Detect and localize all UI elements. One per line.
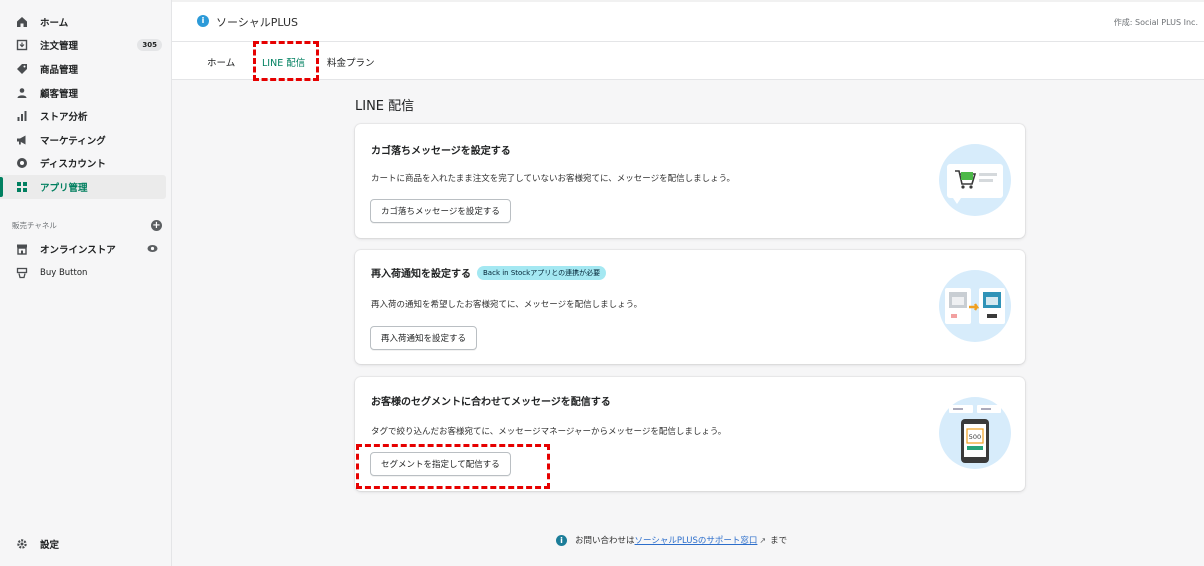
support-link[interactable]: ソーシャルPLUSのサポート窓口 [635, 534, 758, 546]
sidebar-item-label: 設定 [40, 540, 60, 552]
cart-abandonment-card: カゴ落ちメッセージを設定する カートに商品を入れたまま注文を完了していないお客様… [355, 124, 1025, 238]
sidebar-item-products[interactable]: 商品管理 [0, 57, 172, 81]
sidebar-item-label: ホーム [40, 17, 69, 29]
sidebar-item-home[interactable]: ホーム [0, 10, 172, 34]
home-icon [14, 14, 30, 30]
info-icon: i [556, 534, 567, 546]
segment-delivery-button[interactable]: セグメントを指定して配信する [370, 452, 511, 476]
app-title: ソーシャルPLUS [216, 16, 299, 29]
restock-illustration [939, 270, 1011, 342]
sidebar-item-analytics[interactable]: ストア分析 [0, 104, 172, 128]
sidebar-item-buy-button[interactable]: Buy Button [0, 261, 172, 285]
sidebar-item-orders[interactable]: 注文管理 305 [0, 34, 172, 58]
shopping-cart-illustration [939, 144, 1011, 216]
card-title-text: カゴ落ちメッセージを設定する [371, 146, 511, 157]
sidebar-item-label: ストア分析 [40, 112, 88, 124]
tab-bar: ホーム LINE 配信 料金プラン [172, 42, 1204, 80]
gear-icon [14, 536, 30, 552]
eye-icon[interactable] [147, 244, 158, 256]
add-channel-plus-icon[interactable]: + [151, 219, 162, 231]
sidebar-item-settings[interactable]: 設定 [0, 532, 172, 556]
set-restock-notice-button[interactable]: 再入荷通知を設定する [370, 326, 478, 350]
footer-prefix: お問い合わせは [575, 536, 635, 546]
card-description: 再入荷の通知を希望したお客様宛てに、メッセージを配信しましょう。 [371, 300, 643, 310]
sales-channels-list: オンラインストア Buy Button [0, 237, 172, 285]
integration-required-badge: Back in Stockアプリとの連携が必要 [477, 265, 607, 280]
smartphone-message-illustration: 500 [939, 397, 1011, 469]
tab-line-delivery[interactable]: LINE 配信 [262, 55, 305, 69]
app-creator: 作成: Social PLUS Inc. [1113, 18, 1198, 27]
sidebar-item-label: マーケティング [40, 135, 106, 147]
card-title: 再入荷通知を設定する Back in Stockアプリとの連携が必要 [371, 265, 607, 280]
megaphone-icon [14, 132, 30, 148]
card-title: お客様のセグメントに合わせてメッセージを配信する [371, 393, 611, 408]
card-title-text: お客様のセグメントに合わせてメッセージを配信する [371, 397, 611, 408]
page-title: LINE 配信 [355, 99, 415, 114]
discount-icon [14, 155, 30, 171]
sidebar: ホーム 注文管理 305 商品管理 顧客管理 ストア分析 マーケティング ディス… [0, 0, 172, 566]
orders-icon [14, 37, 30, 53]
tab-home[interactable]: ホーム [207, 55, 235, 69]
sidebar-item-discounts[interactable]: ディスカウント [0, 152, 172, 176]
card-title: カゴ落ちメッセージを設定する [371, 142, 511, 157]
app-logo-icon: i [197, 15, 209, 27]
sidebar-item-label: オンラインストア [40, 245, 116, 256]
footer-suffix: まで [770, 536, 788, 546]
sidebar-item-customers[interactable]: 顧客管理 [0, 81, 172, 105]
sidebar-item-marketing[interactable]: マーケティング [0, 128, 172, 152]
support-footer: i お問い合わせは ソーシャルPLUSのサポート窓口 ↗ まで [556, 534, 787, 546]
store-icon [14, 241, 30, 257]
sidebar-item-label: 顧客管理 [40, 88, 79, 100]
sidebar-item-apps[interactable]: アプリ管理 [0, 175, 166, 199]
sidebar-nav: ホーム 注文管理 305 商品管理 顧客管理 ストア分析 マーケティング ディス… [0, 10, 172, 199]
buy-button-icon [14, 265, 30, 281]
sales-channels-label: 販売チャネル [12, 220, 57, 230]
card-description: カートに商品を入れたまま注文を完了していないお客様宛てに、メッセージを配信しまし… [371, 174, 736, 184]
segment-message-card: お客様のセグメントに合わせてメッセージを配信する タグで絞り込んだお客様宛てに、… [355, 377, 1025, 491]
sidebar-item-online-store[interactable]: オンラインストア [0, 237, 172, 261]
bar-chart-icon [14, 108, 30, 124]
sidebar-item-label: 注文管理 [40, 41, 79, 53]
illustration-price-label: 500 [969, 433, 981, 441]
orders-count-badge: 305 [137, 38, 162, 51]
card-description: タグで絞り込んだお客様宛てに、メッセージマネージャーからメッセージを配信しましょ… [371, 427, 727, 437]
app-header: i ソーシャルPLUS 作成: Social PLUS Inc. [172, 0, 1204, 42]
apps-icon [14, 179, 30, 195]
sidebar-item-label: 商品管理 [40, 64, 79, 76]
card-title-text: 再入荷通知を設定する [371, 269, 471, 280]
sidebar-item-label: アプリ管理 [40, 182, 88, 194]
tab-pricing-plan[interactable]: 料金プラン [327, 55, 375, 69]
external-link-icon: ↗ [759, 535, 767, 545]
set-cart-abandonment-button[interactable]: カゴ落ちメッセージを設定する [370, 199, 511, 223]
tag-icon [14, 61, 30, 77]
sales-channels-heading: 販売チャネル + [12, 218, 162, 232]
person-icon [14, 85, 30, 101]
restock-notice-card: 再入荷通知を設定する Back in Stockアプリとの連携が必要 再入荷の通… [355, 250, 1025, 364]
sidebar-item-label: Buy Button [40, 268, 88, 278]
sidebar-item-label: ディスカウント [40, 159, 106, 171]
settings-section: 設定 [0, 532, 172, 556]
